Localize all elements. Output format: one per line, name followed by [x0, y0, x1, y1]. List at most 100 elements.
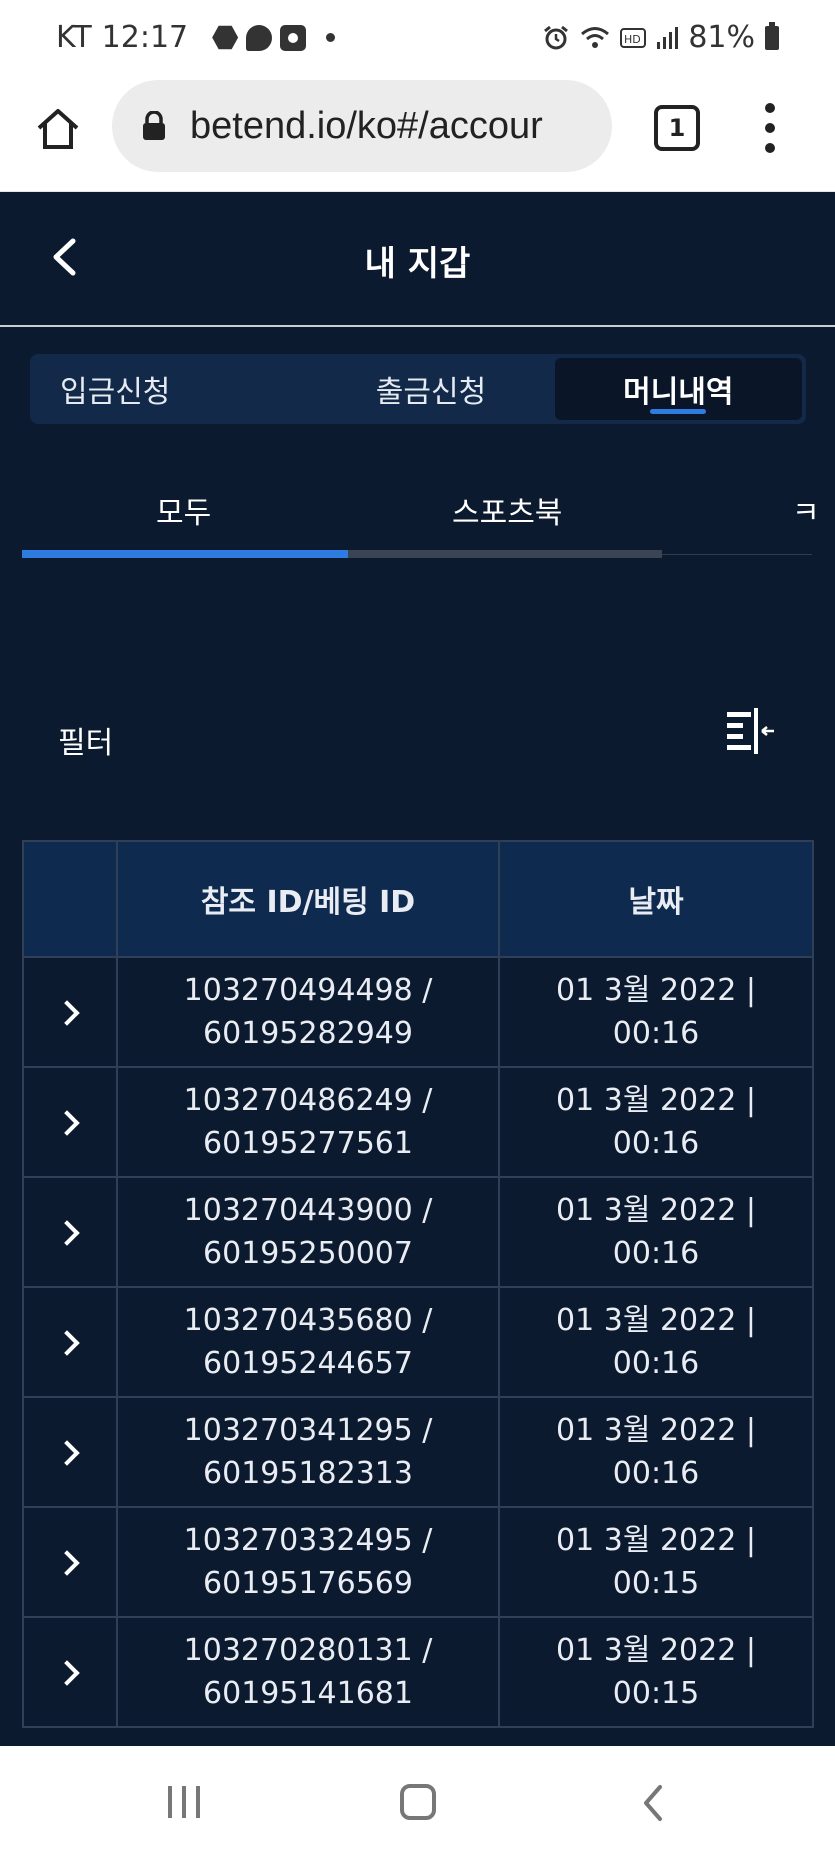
date-cell: 01 3월 2022 | 00:16 [498, 1396, 814, 1508]
chevron-right-icon [54, 1219, 80, 1246]
notification-icons [212, 24, 336, 51]
system-home-button[interactable] [400, 1784, 436, 1820]
battery-icon [765, 21, 779, 50]
time-value: 00:16 [612, 1126, 700, 1161]
time-value: 00:16 [612, 1456, 700, 1491]
ref-id: 103270280131 / [183, 1633, 433, 1668]
expand-row-button[interactable] [22, 1286, 118, 1398]
tab-casino-partial[interactable]: ㅋ [792, 488, 820, 532]
tab-count: 1 [668, 114, 686, 142]
bet-id: 60195277561 [203, 1126, 413, 1161]
expand-row-button[interactable] [22, 956, 118, 1068]
ref-id: 103270435680 / [183, 1303, 433, 1338]
naver-notification-icon [212, 25, 239, 50]
table-row[interactable]: 103270486249 / 60195277561 01 3월 2022 | 00… [22, 1066, 814, 1178]
table-row[interactable]: 103270341295 / 60195182313 01 3월 2022 | 00… [22, 1396, 814, 1508]
table-row[interactable]: 103270443900 / 60195250007 01 3월 2022 | 00… [22, 1176, 814, 1288]
filter-toggle-button[interactable] [724, 706, 778, 756]
expand-row-button[interactable] [22, 1066, 118, 1178]
url-text: betend.io/ko#/accour [190, 104, 543, 147]
ref-id: 103270332495 / [183, 1523, 433, 1558]
tab-deposit-request[interactable]: 입금신청 [34, 358, 307, 420]
page-header: 내 지갑 [0, 192, 835, 327]
page-title: 내 지갑 [364, 244, 471, 284]
recent-apps-button[interactable] [168, 1786, 200, 1818]
time-value: 00:15 [612, 1566, 700, 1601]
time-value: 00:16 [612, 1236, 700, 1271]
address-bar[interactable]: betend.io/ko#/accour [112, 80, 612, 172]
date-value: 01 3월 2022 | [556, 1633, 756, 1668]
chevron-right-icon [54, 1659, 80, 1686]
ref-bet-id-cell: 103270341295 / 60195182313 [116, 1396, 500, 1508]
ref-bet-id-cell: 103270486249 / 60195277561 [116, 1066, 500, 1178]
status-left: KT 12:17 [56, 20, 336, 55]
date-value: 01 3월 2022 | [556, 1083, 756, 1118]
table-row[interactable]: 103270494498 / 60195282949 01 3월 2022 | 00… [22, 956, 814, 1068]
bet-id: 60195244657 [203, 1346, 413, 1381]
expand-column-header [22, 840, 118, 958]
ref-bet-id-cell: 103270435680 / 60195244657 [116, 1286, 500, 1398]
table-row[interactable]: 103270435680 / 60195244657 01 3월 2022 | 00… [22, 1286, 814, 1398]
menu-dot-icon [765, 143, 775, 153]
recent-apps-icon [196, 1786, 200, 1818]
bet-id: 60195250007 [203, 1236, 413, 1271]
ref-bet-id-cell: 103270332495 / 60195176569 [116, 1506, 500, 1618]
date-value: 01 3월 2022 | [556, 973, 756, 1008]
expand-row-button[interactable] [22, 1396, 118, 1508]
date-cell: 01 3월 2022 | 00:16 [498, 1066, 814, 1178]
ref-bet-id-cell: 103270280131 / 60195141681 [116, 1616, 500, 1728]
chevron-right-icon [54, 1439, 80, 1466]
hd-voice-icon: HD [620, 27, 647, 48]
date-value: 01 3월 2022 | [556, 1303, 756, 1338]
ref-id-column-header: 참조 ID/베팅 ID [116, 840, 500, 958]
chevron-right-icon [54, 1109, 80, 1136]
tab-switcher-button[interactable]: 1 [654, 105, 700, 151]
table-row[interactable]: 103270280131 / 60195141681 01 3월 2022 | 00… [22, 1616, 814, 1728]
chevron-right-icon [54, 1329, 80, 1356]
category-tabs: 모두 스포츠북 ㅋ [0, 450, 835, 560]
ref-id: 103270486249 / [183, 1083, 433, 1118]
ref-bet-id-cell: 103270494498 / 60195282949 [116, 956, 500, 1068]
alarm-icon [544, 25, 569, 49]
date-cell: 01 3월 2022 | 00:16 [498, 956, 814, 1068]
date-value: 01 3월 2022 | [556, 1193, 756, 1228]
tab-all[interactable]: 모두 [156, 488, 211, 532]
date-cell: 01 3월 2022 | 00:16 [498, 1286, 814, 1398]
bet-id: 60195176569 [203, 1566, 413, 1601]
app-notification-icon [280, 24, 307, 51]
expand-row-button[interactable] [22, 1506, 118, 1618]
expand-row-button[interactable] [22, 1176, 118, 1288]
active-tab-indicator [22, 550, 348, 558]
carrier-label: KT [56, 20, 92, 55]
expand-row-button[interactable] [22, 1616, 118, 1728]
clock: 12:17 [101, 20, 189, 55]
system-nav-bar [0, 1746, 835, 1856]
date-value: 01 3월 2022 | [556, 1523, 756, 1558]
bet-id: 60195141681 [203, 1676, 413, 1711]
date-value: 01 3월 2022 | [556, 1413, 756, 1448]
date-column-header: 날짜 [498, 840, 814, 958]
ref-id: 103270443900 / [183, 1193, 433, 1228]
time-value: 00:15 [612, 1676, 700, 1711]
chevron-right-icon [54, 999, 80, 1026]
tab-sportsbook[interactable]: 스포츠북 [452, 488, 562, 532]
filter-collapse-icon [727, 708, 774, 754]
svg-text:HD: HD [624, 33, 641, 46]
back-arrow-icon [644, 1785, 662, 1821]
date-cell: 01 3월 2022 | 00:15 [498, 1616, 814, 1728]
wallet-page: 내 지갑 입금신청 출금신청 머니내역 모두 스포츠북 ㅋ 필터 참조 ID/베… [0, 192, 835, 1746]
date-cell: 01 3월 2022 | 00:15 [498, 1506, 814, 1618]
bet-id: 60195282949 [203, 1016, 413, 1051]
lock-icon [143, 111, 165, 140]
browser-menu-button[interactable] [760, 103, 780, 153]
time-value: 00:16 [612, 1346, 700, 1381]
tab-withdraw-request[interactable]: 출금신청 [307, 358, 554, 420]
ref-id: 103270494498 / [183, 973, 433, 1008]
table-row[interactable]: 103270332495 / 60195176569 01 3월 2022 | 00… [22, 1506, 814, 1618]
home-button[interactable] [28, 99, 88, 159]
recent-apps-icon [182, 1786, 186, 1818]
system-back-button[interactable] [642, 1784, 664, 1826]
table-header-row: 참조 ID/베팅 ID 날짜 [22, 840, 814, 958]
ref-id: 103270341295 / [183, 1413, 433, 1448]
tab-money-history[interactable]: 머니내역 [554, 358, 802, 420]
